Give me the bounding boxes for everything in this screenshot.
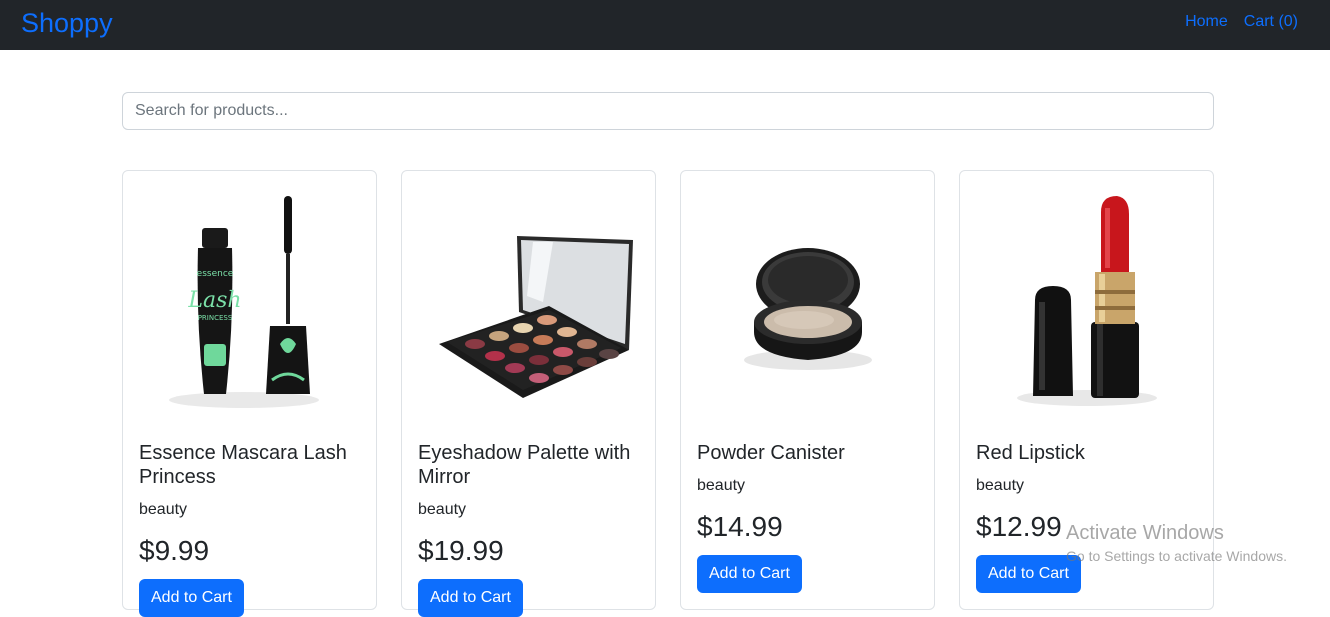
product-card: essence Lash PRINCESS Essence Mascara La… [122,170,377,617]
nav-links: Home Cart (0) [1185,12,1298,32]
product-image-eyeshadow-palette [439,236,633,398]
nav-cart-link[interactable]: Cart (0) [1244,12,1298,32]
product-image-lipstick [1017,196,1157,406]
product-title: Eyeshadow Palette with Mirror [418,442,631,488]
product-card: Eyeshadow Palette with Mirror beauty $19… [401,170,656,617]
product-category: beauty [697,477,746,494]
product-title: Red Lipstick [976,442,1085,464]
product-price: $19.99 [418,535,504,566]
add-to-cart-button[interactable]: Add to Cart [976,555,1081,593]
svg-text:essence: essence [197,269,234,279]
product-title: Powder Canister [697,442,845,464]
product-title: Essence Mascara Lash Princess [139,442,347,488]
product-card: Powder Canister beauty $14.99 Add to Car… [680,170,935,610]
product-category: beauty [976,477,1025,494]
product-category: beauty [139,501,188,518]
product-image-mascara: essence Lash PRINCESS [169,196,319,408]
product-price: $12.99 [976,511,1062,542]
search-input[interactable] [122,92,1214,130]
product-card: Red Lipstick beauty $12.99 Add to Cart [959,170,1214,610]
svg-text:Lash: Lash [187,288,241,313]
product-image-powder-compact [744,248,872,370]
product-price: $14.99 [697,511,783,542]
product-category: beauty [418,501,467,518]
brand-logo-link[interactable]: Shoppy [21,6,113,40]
add-to-cart-button[interactable]: Add to Cart [697,555,802,593]
product-price: $9.99 [139,535,210,566]
add-to-cart-button[interactable]: Add to Cart [418,579,523,617]
navbar: Shoppy Home Cart (0) [0,0,1330,50]
svg-text:PRINCESS: PRINCESS [198,314,233,322]
nav-home-link[interactable]: Home [1185,12,1228,32]
add-to-cart-button[interactable]: Add to Cart [139,579,244,617]
